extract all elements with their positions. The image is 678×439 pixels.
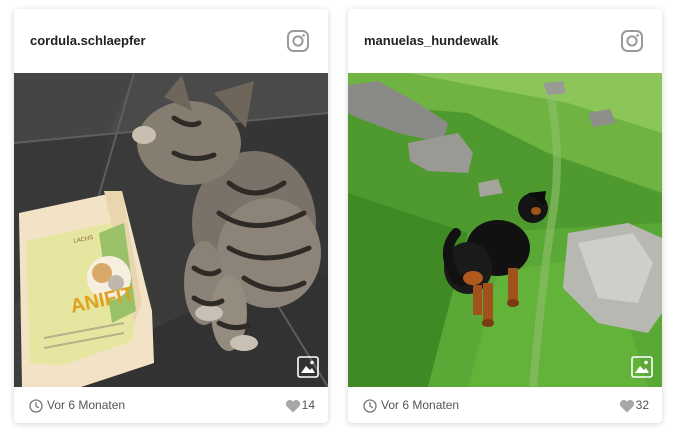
heart-icon[interactable] xyxy=(285,399,301,413)
post-card[interactable]: cordula.schlaepfer LACHS ANIFIT Vor 6 Mo… xyxy=(14,9,328,423)
card-footer: Vor 6 Monaten 32 xyxy=(348,387,662,423)
instagram-icon[interactable] xyxy=(620,29,644,53)
post-photo[interactable] xyxy=(348,73,662,387)
card-footer: Vor 6 Monaten 14 xyxy=(14,387,328,423)
image-icon xyxy=(297,356,319,378)
post-card[interactable]: manuelas_hundewalk Vor 6 Monaten 32 xyxy=(348,9,662,423)
clock-icon xyxy=(363,399,377,413)
dog-photo xyxy=(348,73,662,387)
like-count: 14 xyxy=(301,398,315,412)
instagram-icon[interactable] xyxy=(286,29,310,53)
post-photo[interactable]: LACHS ANIFIT xyxy=(14,73,328,387)
post-date: Vor 6 Monaten xyxy=(47,398,126,412)
card-header: cordula.schlaepfer xyxy=(14,9,328,73)
username[interactable]: manuelas_hundewalk xyxy=(364,33,498,48)
card-header: manuelas_hundewalk xyxy=(348,9,662,73)
heart-icon[interactable] xyxy=(619,399,635,413)
image-icon xyxy=(631,356,653,378)
username[interactable]: cordula.schlaepfer xyxy=(30,33,146,48)
post-date: Vor 6 Monaten xyxy=(381,398,460,412)
clock-icon xyxy=(29,399,43,413)
like-count: 32 xyxy=(635,398,649,412)
kitten-photo: LACHS ANIFIT xyxy=(14,73,328,387)
